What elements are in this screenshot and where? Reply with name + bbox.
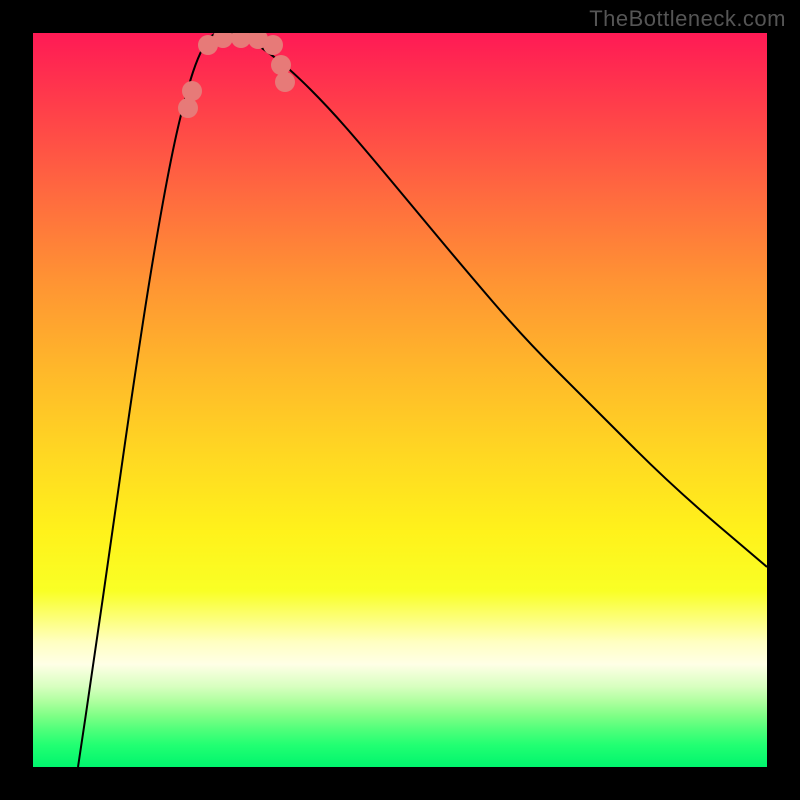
highlight-dot [182,81,202,101]
highlight-dot [178,98,198,118]
plot-area [33,33,767,767]
highlight-dot [271,55,291,75]
highlight-dot [275,72,295,92]
highlight-dot [263,35,283,55]
chart-frame: TheBottleneck.com [0,0,800,800]
watermark-text: TheBottleneck.com [589,6,786,32]
highlight-dot [231,33,251,48]
markers-layer [33,33,767,767]
